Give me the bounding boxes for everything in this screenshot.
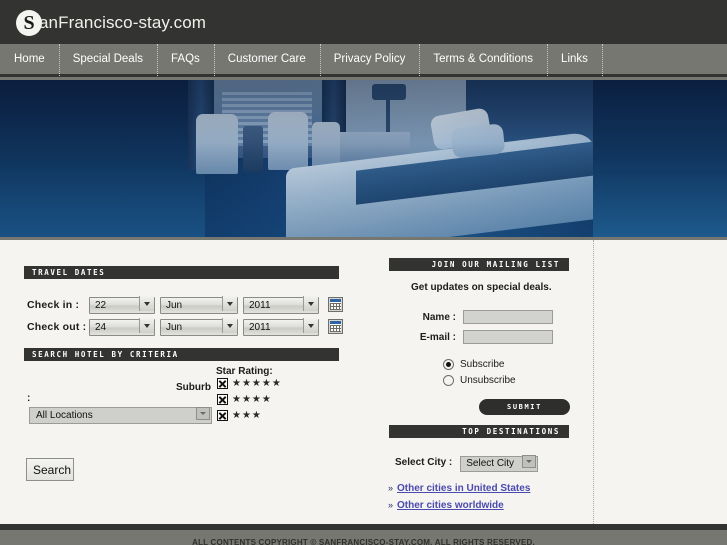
checkout-year-select[interactable]: 2011 — [243, 319, 319, 336]
main-navigation: Home Special Deals FAQs Customer Care Pr… — [0, 44, 727, 77]
other-cities-links: » Other cities in United States » Other … — [388, 483, 530, 517]
content-area: TRAVEL DATES Check in : 22 Jun 2011 — [0, 240, 727, 524]
star-rating-stars: ★★★★ — [232, 395, 272, 405]
location-select[interactable]: All Locations — [29, 407, 212, 424]
checkout-day-wrap: 24 — [89, 317, 155, 336]
subscribe-label: Subscribe — [460, 359, 504, 370]
select-city-select[interactable]: Select City — [460, 456, 538, 472]
checkout-row: Check out : 24 Jun 2011 — [27, 317, 343, 336]
subscribe-radio-row[interactable]: Subscribe — [443, 359, 504, 370]
nav-item-home[interactable]: Home — [0, 44, 59, 74]
checkin-day-select[interactable]: 22 — [89, 297, 155, 314]
star-rating-option-4[interactable]: ★★★★ — [217, 394, 272, 405]
star-rating-stars: ★★★★★ — [232, 379, 282, 389]
search-button[interactable]: Search — [26, 458, 74, 481]
link-row-worldwide: » Other cities worldwide — [388, 500, 530, 511]
radio-unselected-icon[interactable] — [443, 375, 454, 386]
name-label: Name : — [410, 312, 456, 323]
nav-item-special-deals[interactable]: Special Deals — [59, 44, 157, 74]
unsubscribe-label: Unsubscribe — [460, 375, 516, 386]
logo-text: anFrancisco-stay.com — [39, 13, 206, 33]
hero-banner-hotel-room — [0, 80, 593, 237]
section-header-search-criteria: SEARCH HOTEL BY CRITERIA — [24, 348, 339, 361]
bullet-icon: » — [388, 483, 393, 493]
broken-image-icon[interactable] — [217, 410, 228, 421]
page-root: S anFrancisco-stay.com Home Special Deal… — [0, 0, 727, 545]
nav-item-privacy-policy[interactable]: Privacy Policy — [320, 44, 420, 74]
checkout-month-wrap: Jun — [160, 317, 238, 336]
checkin-month-select[interactable]: Jun — [160, 297, 238, 314]
checkout-label: Check out : — [27, 321, 89, 333]
checkout-day-select[interactable]: 24 — [89, 319, 155, 336]
checkout-month-select[interactable]: Jun — [160, 319, 238, 336]
checkout-year-wrap: 2011 — [243, 317, 319, 336]
unsubscribe-radio-row[interactable]: Unsubscribe — [443, 375, 516, 386]
checkin-year-wrap: 2011 — [243, 295, 319, 314]
calendar-icon[interactable] — [328, 297, 343, 312]
checkin-label: Check in : — [27, 299, 89, 311]
nav-item-terms-conditions[interactable]: Terms & Conditions — [419, 44, 547, 74]
bullet-icon: » — [388, 500, 393, 510]
email-label: E-mail : — [410, 332, 456, 343]
site-footer: ALL CONTENTS COPYRIGHT © SANFRANCISCO-ST… — [0, 530, 727, 545]
star-rating-option-5[interactable]: ★★★★★ — [217, 378, 282, 389]
banner-blue-overlay — [0, 80, 593, 237]
nav-item-faqs[interactable]: FAQs — [157, 44, 214, 74]
section-header-mailing-list: JOIN OUR MAILING LIST — [389, 258, 569, 271]
broken-image-icon[interactable] — [217, 378, 228, 389]
name-field-row: Name : — [410, 310, 553, 324]
banner-right-strip — [593, 80, 727, 237]
broken-image-icon[interactable] — [217, 394, 228, 405]
checkin-row: Check in : 22 Jun 2011 — [27, 295, 343, 314]
mailing-list-subtitle: Get updates on special deals. — [411, 282, 552, 293]
left-column: TRAVEL DATES Check in : 22 Jun 2011 — [0, 240, 380, 524]
nav-item-links[interactable]: Links — [547, 44, 602, 74]
copyright-text: ALL CONTENTS COPYRIGHT © SANFRANCISCO-ST… — [192, 538, 535, 545]
site-logo[interactable]: S anFrancisco-stay.com — [16, 10, 206, 36]
checkin-day-wrap: 22 — [89, 295, 155, 314]
checkin-month-wrap: Jun — [160, 295, 238, 314]
email-input[interactable] — [463, 330, 553, 344]
link-row-united-states: » Other cities in United States — [388, 483, 530, 494]
link-other-cities-united-states[interactable]: Other cities in United States — [397, 483, 530, 494]
column-divider — [593, 240, 594, 524]
link-other-cities-worldwide[interactable]: Other cities worldwide — [397, 500, 504, 511]
checkin-year-select[interactable]: 2011 — [243, 297, 319, 314]
section-header-travel-dates: TRAVEL DATES — [24, 266, 339, 279]
suburb-label: Suburb — [176, 382, 211, 393]
name-input[interactable] — [463, 310, 553, 324]
calendar-icon[interactable] — [328, 319, 343, 334]
nav-filler — [602, 44, 727, 74]
radio-selected-icon[interactable] — [443, 359, 454, 370]
star-rating-stars: ★★★ — [232, 411, 262, 421]
submit-button[interactable]: SUBMIT — [479, 399, 570, 415]
select-city-wrap: Select City — [460, 453, 538, 472]
star-rating-label: Star Rating: — [216, 366, 273, 377]
section-header-top-destinations: TOP DESTINATIONS — [389, 425, 569, 438]
star-rating-option-3[interactable]: ★★★ — [217, 410, 262, 421]
right-column: JOIN OUR MAILING LIST Get updates on spe… — [380, 240, 593, 524]
site-header: S anFrancisco-stay.com — [0, 0, 727, 44]
nav-item-customer-care[interactable]: Customer Care — [214, 44, 320, 74]
select-city-label: Select City : — [395, 457, 452, 468]
select-city-row: Select City : Select City — [395, 453, 538, 472]
suburb-colon: : — [27, 393, 30, 404]
location-select-wrap: All Locations — [29, 405, 212, 424]
email-field-row: E-mail : — [410, 330, 553, 344]
